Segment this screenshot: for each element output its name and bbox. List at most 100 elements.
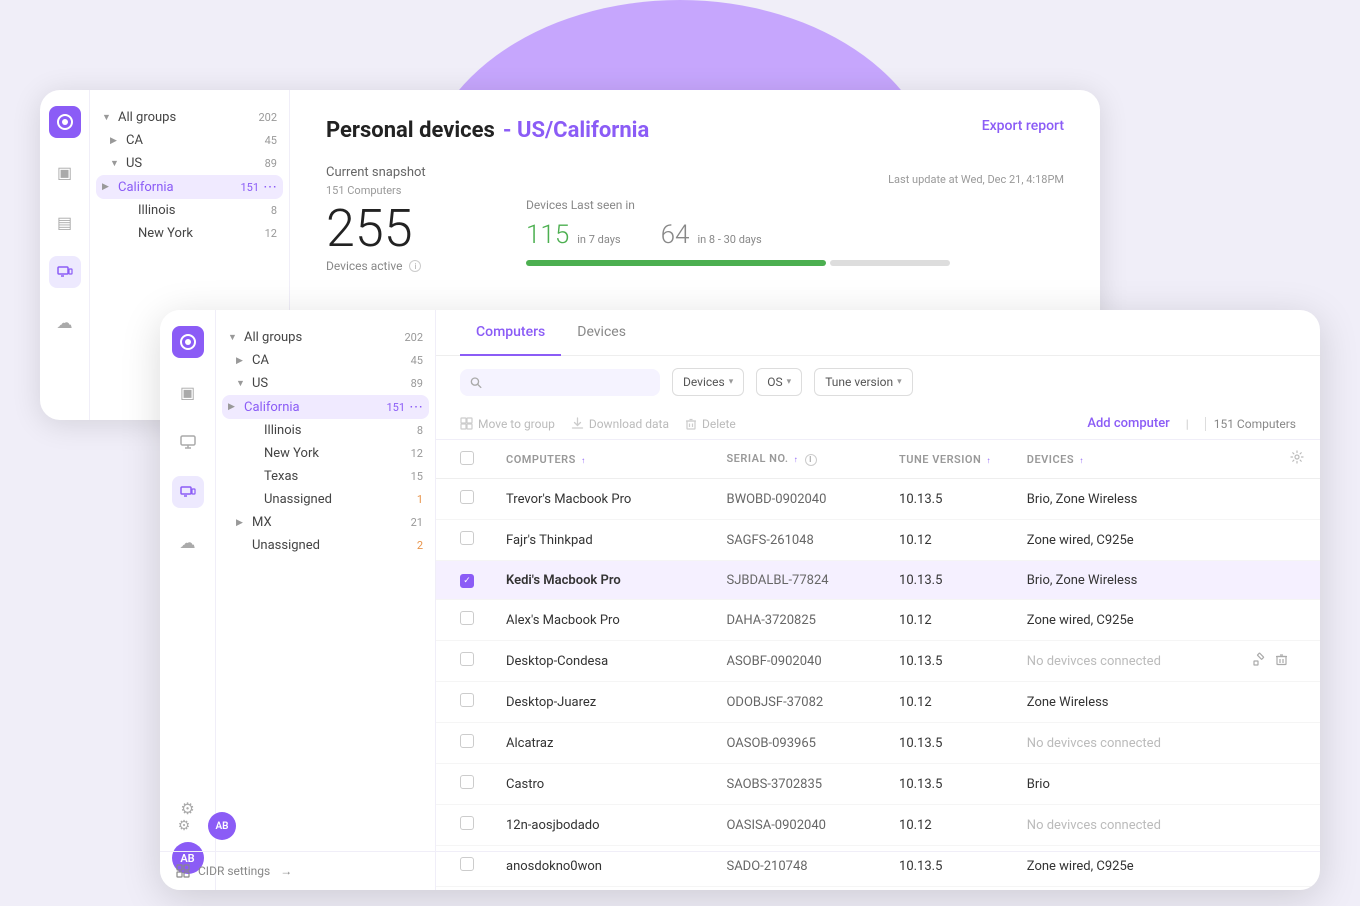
front-tree-ca[interactable]: ▶ CA 45 xyxy=(216,349,435,372)
row-checkbox[interactable] xyxy=(460,775,474,789)
col-header-gear[interactable] xyxy=(1237,440,1320,479)
front-tree-california[interactable]: ▶ California 151 ⋯ xyxy=(222,395,429,419)
sort-serial-icon[interactable]: ↑ xyxy=(794,455,799,464)
table-row[interactable]: Fajr's ThinkpadSAGFS-26104810.12Zone wir… xyxy=(436,520,1320,561)
chevron-down-icon-2: ▾ xyxy=(787,377,792,387)
sidebar-bottom-icons: ⚙ AB xyxy=(216,812,436,840)
devices-filter-button[interactable]: Devices ▾ xyxy=(672,368,744,396)
move-to-group-button[interactable]: Move to group xyxy=(460,417,555,431)
count-8-30days: 64 in 8 - 30 days xyxy=(661,220,762,250)
tree-newyork-back[interactable]: ▶ New York 12 xyxy=(90,222,289,245)
tab-devices[interactable]: Devices xyxy=(561,310,642,356)
monitor-icon-front[interactable] xyxy=(172,426,204,458)
book-icon-front[interactable]: ▣ xyxy=(172,376,204,408)
tree-all-groups[interactable]: ▼ All groups 202 xyxy=(90,106,289,129)
edit-icon[interactable] xyxy=(1253,652,1267,670)
user-avatar-sidebar[interactable]: AB xyxy=(216,812,236,840)
tune-version-cell: 10.12 xyxy=(883,682,1011,723)
computer-name-cell: Fajr's Thinkpad xyxy=(490,520,710,561)
col-header-serial: SERIAL NO. ↑ i xyxy=(710,440,883,479)
front-tree-us[interactable]: ▼ US 89 xyxy=(216,372,435,395)
devices-icon-front[interactable] xyxy=(172,476,204,508)
devices-seen-label: Devices Last seen in xyxy=(526,198,1064,212)
row-actions-cell xyxy=(1237,682,1320,723)
row-actions-cell xyxy=(1237,723,1320,764)
snapshot-count: 151 Computers xyxy=(326,184,486,197)
snapshot-label: Current snapshot xyxy=(326,165,486,180)
row-actions-cell xyxy=(1237,600,1320,641)
select-all-checkbox[interactable] xyxy=(460,451,474,465)
table-row[interactable]: CastroSAOBS-370283510.13.5Brio xyxy=(436,764,1320,805)
tab-computers[interactable]: Computers xyxy=(460,310,561,356)
serial-number-cell: BWOBD-0902040 xyxy=(710,479,883,520)
action-bar: Move to group Download data Delete xyxy=(436,408,1320,440)
row-checkbox[interactable] xyxy=(460,693,474,707)
tune-version-filter-button[interactable]: Tune version ▾ xyxy=(814,368,912,396)
table-row[interactable]: ✓Kedi's Macbook ProSJBDALBL-7782410.13.5… xyxy=(436,561,1320,600)
monitor-icon[interactable]: ▤ xyxy=(49,206,81,238)
row-checkbox[interactable]: ✓ xyxy=(460,574,474,588)
toolbar: Devices ▾ OS ▾ Tune version ▾ xyxy=(436,356,1320,408)
tree-illinois-back[interactable]: ▶ Illinois 8 xyxy=(90,199,289,222)
front-tree-mx[interactable]: ▶ MX 21 xyxy=(216,511,435,534)
serial-info-icon: i xyxy=(805,454,817,466)
delete-row-icon[interactable] xyxy=(1275,653,1288,670)
front-tree-newyork[interactable]: ▶ New York 12 xyxy=(216,442,435,465)
back-sidebar-icons: ▣ ▤ ☁ xyxy=(40,90,90,420)
tree-ca[interactable]: ▶ CA 45 xyxy=(90,129,289,152)
row-actions-cell xyxy=(1237,561,1320,600)
last-update: Last update at Wed, Dec 21, 4:18PM xyxy=(526,173,1064,186)
move-icon xyxy=(460,417,473,430)
table-row[interactable]: Desktop-CondesaASOBF-090204010.13.5No de… xyxy=(436,641,1320,682)
row-checkbox[interactable] xyxy=(460,531,474,545)
serial-number-cell: DAHA-3720825 xyxy=(710,600,883,641)
row-actions-cell xyxy=(1237,520,1320,561)
search-icon xyxy=(470,376,482,389)
table-header-row: COMPUTERS ↑ SERIAL NO. ↑ i TUNE VERSION … xyxy=(436,440,1320,479)
devices-icon-back[interactable] xyxy=(49,256,81,288)
progress-gray xyxy=(830,260,950,266)
row-checkbox[interactable] xyxy=(460,611,474,625)
row-checkbox[interactable] xyxy=(460,652,474,666)
computer-name-cell: Alex's Macbook Pro xyxy=(490,600,710,641)
sort-tune-icon[interactable]: ↑ xyxy=(987,456,992,465)
serial-number-cell: SAGFS-261048 xyxy=(710,520,883,561)
book-icon[interactable]: ▣ xyxy=(49,156,81,188)
devices-cell: Zone wired, C925e xyxy=(1011,600,1237,641)
tree-california-back[interactable]: ▶ California 151 ⋯ xyxy=(96,175,283,199)
tree-us[interactable]: ▼ US 89 xyxy=(90,152,289,175)
sort-devices-icon[interactable]: ↑ xyxy=(1079,456,1084,465)
front-sidebar-icons: ▣ ☁ ⚙ AB xyxy=(160,310,216,890)
sort-computers-icon[interactable]: ↑ xyxy=(581,456,586,465)
table-row[interactable]: Alex's Macbook ProDAHA-372082510.12Zone … xyxy=(436,600,1320,641)
front-tree-all-groups[interactable]: ▼ All groups 202 xyxy=(216,326,435,349)
os-filter-button[interactable]: OS ▾ xyxy=(756,368,802,396)
count-7days: 115 in 7 days xyxy=(526,220,621,250)
front-tree-texas[interactable]: ▶ Texas 15 xyxy=(216,465,435,488)
table-row[interactable]: Trevor's Macbook ProBWOBD-090204010.13.5… xyxy=(436,479,1320,520)
download-data-button[interactable]: Download data xyxy=(571,417,669,431)
col-header-tune: TUNE VERSION ↑ xyxy=(883,440,1011,479)
table-row[interactable]: Desktop-JuarezODOBJSF-3708210.12Zone Wir… xyxy=(436,682,1320,723)
add-computer-button[interactable]: Add computer xyxy=(1087,416,1169,431)
tabs-bar: Computers Devices xyxy=(436,310,1320,356)
search-input[interactable] xyxy=(488,375,650,390)
row-checkbox[interactable] xyxy=(460,734,474,748)
front-tree-unassigned2[interactable]: ▶ Unassigned 2 xyxy=(216,534,435,557)
cloud-icon-front[interactable]: ☁ xyxy=(172,526,204,558)
delete-button[interactable]: Delete xyxy=(685,417,736,431)
export-report-button[interactable]: Export report xyxy=(982,118,1064,134)
cidr-settings-bar[interactable]: CIDR settings → xyxy=(216,851,436,890)
computer-count: 151 Computers xyxy=(1205,417,1296,431)
front-tree-illinois[interactable]: ▶ Illinois 8 xyxy=(216,419,435,442)
table-row[interactable]: AlcatrazOASOB-09396510.13.5No devivces c… xyxy=(436,723,1320,764)
row-checkbox[interactable] xyxy=(460,490,474,504)
search-box[interactable] xyxy=(460,369,660,396)
serial-number-cell: SJBDALBL-77824 xyxy=(710,561,883,600)
computer-name-cell: Trevor's Macbook Pro xyxy=(490,479,710,520)
cloud-icon[interactable]: ☁ xyxy=(49,306,81,338)
front-tree-unassigned[interactable]: ▶ Unassigned 1 xyxy=(216,488,435,511)
cidr-arrow: → xyxy=(280,864,292,878)
page-title: Personal devices xyxy=(326,118,495,143)
serial-number-cell: ASOBF-0902040 xyxy=(710,641,883,682)
